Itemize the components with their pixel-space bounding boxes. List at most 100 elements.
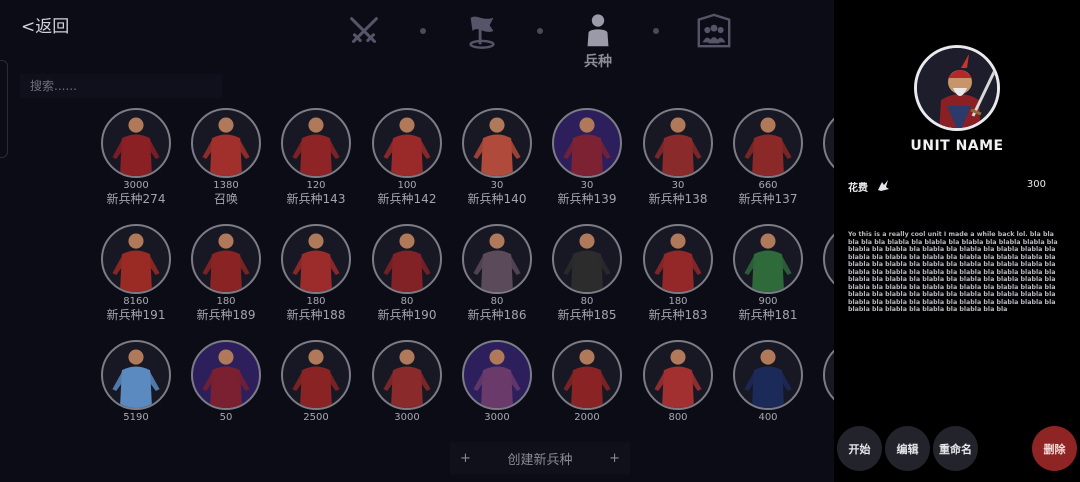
plus-icon: + xyxy=(609,450,620,466)
edit-button[interactable]: 编辑 xyxy=(885,426,930,471)
unit-card[interactable]: 80 新兵种185 xyxy=(542,224,632,323)
unit-name: 新兵种137 xyxy=(738,192,798,206)
unit-card[interactable]: 100 新兵种142 xyxy=(362,108,452,207)
unit-thumbnail xyxy=(372,340,442,410)
unit-thumbnail xyxy=(372,108,442,178)
unit-name: 新兵种140 xyxy=(467,192,527,206)
rename-button[interactable]: 重命名 xyxy=(933,426,978,471)
start-button[interactable]: 开始 xyxy=(837,426,882,471)
unit-cost: 5190 xyxy=(123,412,149,423)
unit-card[interactable]: 2000 xyxy=(542,340,632,424)
unit-figure-icon xyxy=(292,117,340,176)
unit-card-partial[interactable] xyxy=(813,340,834,410)
unit-figure-icon xyxy=(202,117,250,176)
unit-thumbnail xyxy=(733,108,803,178)
unit-cost: 30 xyxy=(671,180,685,191)
unit-thumbnail xyxy=(101,108,171,178)
unit-thumbnail xyxy=(281,340,351,410)
delete-button[interactable]: 删除 xyxy=(1032,426,1077,471)
unit-grid: 3000 新兵种274 1380 召唤 120 新兵种143 100 新兵种142 30 新兵种1… xyxy=(0,0,834,482)
unit-thumbnail xyxy=(643,108,713,178)
unit-cost: 30 xyxy=(580,180,594,191)
unit-cost: 180 xyxy=(306,296,326,307)
unit-card[interactable]: 180 新兵种183 xyxy=(633,224,723,323)
unit-cost: 660 xyxy=(758,180,778,191)
create-unit-label: 创建新兵种 xyxy=(507,452,573,468)
unit-figure-icon xyxy=(744,117,792,176)
unit-name: 新兵种186 xyxy=(467,308,527,322)
unit-figure-icon xyxy=(112,117,160,176)
unit-card[interactable]: 120 新兵种143 xyxy=(271,108,361,207)
unit-thumbnail xyxy=(191,224,261,294)
unit-card[interactable]: 1380 召唤 xyxy=(181,108,271,207)
unit-card[interactable]: 180 新兵种189 xyxy=(181,224,271,323)
unit-card[interactable]: 80 新兵种190 xyxy=(362,224,452,323)
unit-cost: 80 xyxy=(400,296,414,307)
unit-figure-icon xyxy=(744,349,792,408)
unit-card-partial[interactable] xyxy=(813,108,834,178)
unit-card[interactable]: 2500 xyxy=(271,340,361,424)
unit-card[interactable]: 8160 新兵种191 xyxy=(91,224,181,323)
unit-figure-icon xyxy=(202,233,250,292)
unit-thumbnail xyxy=(552,224,622,294)
unit-card[interactable]: 30 新兵种139 xyxy=(542,108,632,207)
unit-card[interactable]: 3000 新兵种274 xyxy=(91,108,181,207)
unit-name: 新兵种190 xyxy=(377,308,437,322)
unit-card[interactable]: 660 新兵种137 xyxy=(723,108,813,207)
unit-name: 新兵种143 xyxy=(286,192,346,206)
unit-name: 新兵种139 xyxy=(557,192,617,206)
unit-card[interactable]: 180 新兵种188 xyxy=(271,224,361,323)
unit-card[interactable]: 30 新兵种138 xyxy=(633,108,723,207)
unit-cost: 400 xyxy=(758,412,778,423)
unit-cost: 80 xyxy=(490,296,504,307)
unit-name: 新兵种181 xyxy=(738,308,798,322)
unit-card[interactable]: 800 xyxy=(633,340,723,424)
unit-thumbnail xyxy=(643,224,713,294)
unit-figure-icon xyxy=(292,349,340,408)
unit-figure-icon xyxy=(112,349,160,408)
unit-card[interactable]: 50 xyxy=(181,340,271,424)
unit-name: 新兵种189 xyxy=(196,308,256,322)
cost-value: 300 xyxy=(1026,179,1046,190)
unit-cost: 100 xyxy=(397,180,417,191)
unit-card[interactable]: 3000 xyxy=(452,340,542,424)
coin-icon xyxy=(878,180,889,191)
unit-figure-icon xyxy=(383,117,431,176)
unit-thumbnail xyxy=(552,340,622,410)
unit-cost: 120 xyxy=(306,180,326,191)
unit-figure-icon xyxy=(473,349,521,408)
unit-figure-icon xyxy=(563,349,611,408)
unit-figure-icon xyxy=(654,117,702,176)
create-unit-button[interactable]: + 创建新兵种 + xyxy=(450,442,630,474)
unit-figure-icon xyxy=(563,233,611,292)
unit-thumbnail xyxy=(101,340,171,410)
unit-name: 新兵种274 xyxy=(106,192,166,206)
unit-thumbnail xyxy=(281,108,351,178)
unit-name: 新兵种142 xyxy=(377,192,437,206)
unit-cost: 30 xyxy=(490,180,504,191)
unit-figure-icon xyxy=(654,233,702,292)
unit-figure-icon xyxy=(473,233,521,292)
unit-thumbnail xyxy=(372,224,442,294)
unit-card[interactable]: 30 新兵种140 xyxy=(452,108,542,207)
unit-cost: 3000 xyxy=(484,412,510,423)
unit-card[interactable]: 900 新兵种181 xyxy=(723,224,813,323)
unit-name: 召唤 xyxy=(213,192,238,206)
unit-card[interactable]: 80 新兵种186 xyxy=(452,224,542,323)
unit-cost: 180 xyxy=(216,296,236,307)
unit-cost: 50 xyxy=(219,412,233,423)
unit-figure-icon xyxy=(292,233,340,292)
unit-name: 新兵种191 xyxy=(106,308,166,322)
unit-cost: 1380 xyxy=(213,180,239,191)
unit-card[interactable]: 5190 xyxy=(91,340,181,424)
unit-card[interactable]: 400 xyxy=(723,340,813,424)
unit-figure-icon xyxy=(654,349,702,408)
unit-figure-icon xyxy=(473,117,521,176)
unit-thumbnail xyxy=(733,224,803,294)
unit-thumbnail xyxy=(462,108,532,178)
unit-card[interactable]: 3000 xyxy=(362,340,452,424)
unit-figure-icon xyxy=(112,233,160,292)
unit-name: 新兵种183 xyxy=(648,308,708,322)
unit-card-partial[interactable] xyxy=(813,224,834,294)
unit-name: 新兵种188 xyxy=(286,308,346,322)
